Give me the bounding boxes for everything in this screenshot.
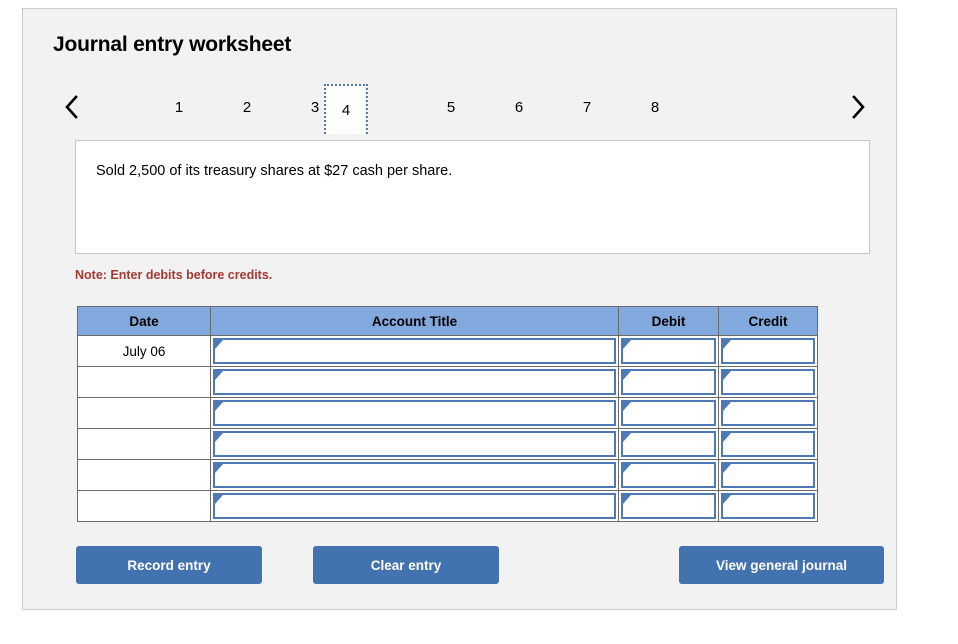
credit-cell: [719, 491, 818, 522]
chevron-left-icon[interactable]: [57, 91, 85, 123]
debit-input[interactable]: [621, 462, 716, 488]
date-cell: [78, 367, 211, 398]
page-title: Journal entry worksheet: [53, 33, 291, 57]
table-row: [78, 491, 818, 522]
account-title-cell: [211, 429, 619, 460]
column-header-debit: Debit: [619, 307, 719, 336]
worksheet-tab-5[interactable]: 5: [429, 84, 473, 131]
credit-input[interactable]: [721, 400, 815, 426]
date-cell: [78, 491, 211, 522]
worksheet-tab-8[interactable]: 8: [633, 84, 677, 131]
debit-cell: [619, 429, 719, 460]
date-cell: July 06: [78, 336, 211, 367]
column-header-date: Date: [78, 307, 211, 336]
account-title-input[interactable]: [213, 493, 616, 519]
credit-cell: [719, 460, 818, 491]
journal-entry-table: Date Account Title Debit Credit July 06: [77, 306, 818, 522]
credit-input[interactable]: [721, 462, 815, 488]
credit-input[interactable]: [721, 338, 815, 364]
account-title-input[interactable]: [213, 338, 616, 364]
table-header-row: Date Account Title Debit Credit: [78, 307, 818, 336]
account-title-input[interactable]: [213, 431, 616, 457]
debit-cell: [619, 491, 719, 522]
date-cell: [78, 429, 211, 460]
credit-input[interactable]: [721, 493, 815, 519]
table-row: [78, 398, 818, 429]
worksheet-tab-4[interactable]: 4: [324, 84, 368, 134]
debits-before-credits-note: Note: Enter debits before credits.: [75, 268, 272, 282]
account-title-cell: [211, 460, 619, 491]
account-title-cell: [211, 336, 619, 367]
debit-input[interactable]: [621, 431, 716, 457]
worksheet-pager: 1 2 3 4 5 6 7 8: [45, 83, 878, 131]
credit-cell: [719, 429, 818, 460]
debit-input[interactable]: [621, 400, 716, 426]
view-general-journal-button[interactable]: View general journal: [679, 546, 884, 584]
debit-cell: [619, 367, 719, 398]
debit-cell: [619, 336, 719, 367]
account-title-input[interactable]: [213, 462, 616, 488]
credit-cell: [719, 336, 818, 367]
column-header-account-title: Account Title: [211, 307, 619, 336]
table-row: [78, 429, 818, 460]
debit-cell: [619, 460, 719, 491]
debit-input[interactable]: [621, 338, 716, 364]
chevron-right-icon[interactable]: [844, 91, 872, 123]
credit-input[interactable]: [721, 431, 815, 457]
credit-cell: [719, 367, 818, 398]
debit-cell: [619, 398, 719, 429]
account-title-input[interactable]: [213, 369, 616, 395]
debit-input[interactable]: [621, 369, 716, 395]
record-entry-button[interactable]: Record entry: [76, 546, 262, 584]
clear-entry-button[interactable]: Clear entry: [313, 546, 499, 584]
table-row: [78, 460, 818, 491]
debit-input[interactable]: [621, 493, 716, 519]
account-title-cell: [211, 491, 619, 522]
column-header-credit: Credit: [719, 307, 818, 336]
table-row: July 06: [78, 336, 818, 367]
transaction-description-box: Sold 2,500 of its treasury shares at $27…: [75, 140, 870, 254]
account-title-cell: [211, 398, 619, 429]
transaction-description-text: Sold 2,500 of its treasury shares at $27…: [96, 163, 452, 179]
credit-cell: [719, 398, 818, 429]
account-title-cell: [211, 367, 619, 398]
date-cell: [78, 398, 211, 429]
worksheet-tab-6[interactable]: 6: [497, 84, 541, 131]
worksheet-tab-7[interactable]: 7: [565, 84, 609, 131]
worksheet-tab-2[interactable]: 2: [225, 84, 269, 131]
worksheet-tab-1[interactable]: 1: [157, 84, 201, 131]
journal-entry-worksheet-panel: Journal entry worksheet 1 2 3 4 5 6 7 8 …: [22, 8, 897, 610]
credit-input[interactable]: [721, 369, 815, 395]
date-cell: [78, 460, 211, 491]
account-title-input[interactable]: [213, 400, 616, 426]
table-row: [78, 367, 818, 398]
